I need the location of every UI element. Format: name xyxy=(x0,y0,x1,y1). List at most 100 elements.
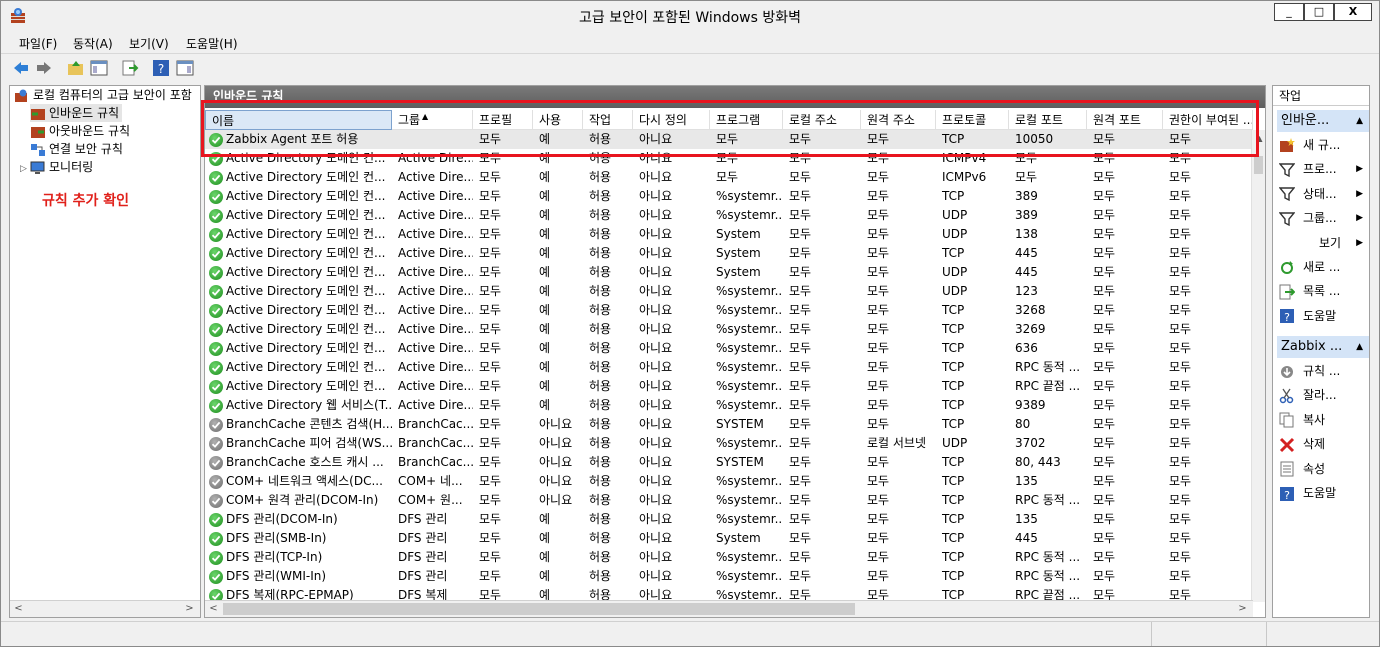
table-row[interactable]: Active Directory 도메인 컨... Active Dire... 모… xyxy=(205,339,1253,358)
table-cell: 모두 xyxy=(1169,512,1192,526)
table-row[interactable]: Active Directory 도메인 컨... Active Dire... 모… xyxy=(205,168,1253,187)
table-row[interactable]: DFS 관리(WMI-In) DFS 관리 모두 예 허용 아니요 %systemr... 모… xyxy=(205,567,1253,586)
column-header[interactable]: 원격 주소 xyxy=(861,110,936,130)
column-header[interactable]: 프로토콜 xyxy=(936,110,1009,130)
table-cell: 허용 xyxy=(589,151,612,165)
column-header[interactable]: 작업 xyxy=(583,110,633,130)
action-item[interactable]: 새로 ... xyxy=(1279,256,1340,278)
close-button[interactable]: X xyxy=(1334,3,1372,21)
table-row[interactable]: Active Directory 도메인 컨... Active Dire... 모… xyxy=(205,244,1253,263)
up-folder-icon[interactable] xyxy=(67,59,85,77)
tree-item-inbound-rules[interactable]: 인바운드 규칙 xyxy=(30,104,123,122)
expand-arrow-icon[interactable]: ▷ xyxy=(20,160,30,178)
action-item[interactable]: 목록 ... xyxy=(1279,280,1340,302)
table-row[interactable]: Active Directory 도메인 컨... Active Dire... 모… xyxy=(205,187,1253,206)
action-item[interactable]: 삭제 xyxy=(1279,433,1325,455)
tree-item-connection-security-rules[interactable]: 연결 보안 규칙 xyxy=(30,140,123,158)
table-cell: BranchCache 콘텐츠 검색(H... xyxy=(205,415,392,434)
tree-horizontal-scrollbar[interactable]: < > xyxy=(10,600,200,617)
table-row[interactable]: Active Directory 도메인 컨... Active Dire... 모… xyxy=(205,149,1253,168)
menu-help[interactable]: 도움말(H) xyxy=(186,35,238,52)
table-row[interactable]: DFS 관리(TCP-In) DFS 관리 모두 예 허용 아니요 %systemr... 모… xyxy=(205,548,1253,567)
table-row[interactable]: DFS 관리(SMB-In) DFS 관리 모두 예 허용 아니요 System 모두 모두 TC… xyxy=(205,529,1253,548)
action-item[interactable]: ? 도움말 xyxy=(1279,305,1336,327)
table-row[interactable]: Active Directory 도메인 컨... Active Dire... 모… xyxy=(205,301,1253,320)
action-item[interactable]: 상태... xyxy=(1278,183,1337,205)
column-header[interactable]: 그룹 xyxy=(392,110,473,130)
column-header[interactable]: 다시 정의 xyxy=(633,110,710,130)
column-header[interactable]: 로컬 포트 xyxy=(1009,110,1087,130)
table-cell: 아니요 xyxy=(639,474,673,488)
column-header[interactable]: 권한이 부여된 ... xyxy=(1163,110,1253,130)
table-row[interactable]: BranchCache 호스트 캐시 ... BranchCac... 모두 아니요 허… xyxy=(205,453,1253,472)
collapse-icon[interactable]: ▲ xyxy=(1356,110,1363,132)
tree-item-monitoring[interactable]: ▷ 모니터링 xyxy=(20,158,93,176)
table-cell: 모두 xyxy=(1169,151,1192,165)
action-item[interactable]: 복사 xyxy=(1279,409,1325,431)
scroll-right-icon[interactable]: > xyxy=(182,602,197,616)
table-row[interactable]: Active Directory 도메인 컨... Active Dire... 모… xyxy=(205,377,1253,396)
action-item[interactable]: 보기 xyxy=(1279,232,1341,254)
table-cell: 모두 xyxy=(867,531,890,545)
column-header[interactable]: 프로필 xyxy=(473,110,533,130)
table-row[interactable]: Active Directory 도메인 컨... Active Dire... 모… xyxy=(205,358,1253,377)
action-item[interactable]: ? 도움말 xyxy=(1279,482,1336,504)
show-hide-action-pane-icon[interactable] xyxy=(176,59,194,77)
table-row[interactable]: Active Directory 도메인 컨... Active Dire... 모… xyxy=(205,206,1253,225)
menu-view[interactable]: 보기(V) xyxy=(129,35,169,52)
back-icon[interactable] xyxy=(12,59,30,77)
column-header[interactable]: 이름 xyxy=(205,110,392,130)
rule-name: Active Directory 웹 서비스(T... xyxy=(226,398,392,412)
table-cell: COM+ 원... xyxy=(398,493,463,507)
tree-item-outbound-rules[interactable]: 아웃바운드 규칙 xyxy=(30,122,130,140)
minimize-button[interactable]: _ xyxy=(1274,3,1304,21)
table-cell: 예 xyxy=(539,398,551,412)
scroll-thumb[interactable] xyxy=(223,603,855,615)
show-hide-console-tree-icon[interactable] xyxy=(90,59,108,77)
vertical-scrollbar[interactable]: ▲ xyxy=(1251,130,1265,602)
action-item[interactable]: 새 규... xyxy=(1279,134,1340,156)
scroll-thumb[interactable] xyxy=(1254,156,1263,174)
table-cell: Active Directory 도메인 컨... xyxy=(205,320,392,339)
rule-enabled-icon xyxy=(209,379,223,394)
scroll-left-icon[interactable]: < xyxy=(206,602,221,616)
rules-horizontal-scrollbar[interactable]: < > xyxy=(205,600,1253,617)
rule-name: Active Directory 도메인 컨... xyxy=(226,246,386,260)
scroll-up-icon[interactable]: ▲ xyxy=(1252,132,1265,146)
table-row[interactable]: Zabbix Agent 포트 허용 모두 예 허용 아니요 모두 모두 모두 TCP 10050… xyxy=(205,130,1253,149)
action-item[interactable]: 잘라... xyxy=(1279,384,1337,406)
menu-file[interactable]: 파일(F) xyxy=(19,35,57,52)
column-header[interactable]: 프로그램 xyxy=(710,110,783,130)
table-row[interactable]: COM+ 네트워크 액세스(DC... COM+ 네... 모두 아니요 허용 아니요 %s… xyxy=(205,472,1253,491)
scroll-left-icon[interactable]: < xyxy=(11,602,26,616)
column-header[interactable]: 로컬 주소 xyxy=(783,110,861,130)
table-cell: 모두 xyxy=(867,246,890,260)
table-row[interactable]: BranchCache 피어 검색(WS... BranchCac... 모두 아니요… xyxy=(205,434,1253,453)
action-item[interactable]: 규칙 ... xyxy=(1279,360,1340,382)
action-item[interactable]: 프로... xyxy=(1278,158,1337,180)
forward-icon[interactable] xyxy=(35,59,53,77)
export-icon[interactable] xyxy=(121,59,139,77)
column-header[interactable]: 원격 포트 xyxy=(1087,110,1163,130)
table-row[interactable]: Active Directory 도메인 컨... Active Dire... 모… xyxy=(205,263,1253,282)
menu-action[interactable]: 동작(A) xyxy=(73,35,113,52)
maximize-button[interactable]: □ xyxy=(1304,3,1334,21)
table-row[interactable]: Active Directory 웹 서비스(T... Active Dire..… xyxy=(205,396,1253,415)
help-icon[interactable]: ? xyxy=(152,59,170,77)
table-row[interactable]: Active Directory 도메인 컨... Active Dire... 모… xyxy=(205,320,1253,339)
table-row[interactable]: COM+ 원격 관리(DCOM-In) COM+ 원... 모두 아니요 허용 아니요 %s… xyxy=(205,491,1253,510)
table-row[interactable]: DFS 관리(DCOM-In) DFS 관리 모두 예 허용 아니요 %systemr...… xyxy=(205,510,1253,529)
collapse-icon[interactable]: ▲ xyxy=(1356,336,1363,358)
table-row[interactable]: Active Directory 도메인 컨... Active Dire... 모… xyxy=(205,225,1253,244)
table-row[interactable]: BranchCache 콘텐츠 검색(H... BranchCac... 모두 아니요… xyxy=(205,415,1253,434)
title-bar[interactable]: 고급 보안이 포함된 Windows 방화벽 _ □ X xyxy=(1,1,1379,31)
scroll-right-icon[interactable]: > xyxy=(1235,602,1250,616)
column-header[interactable]: 사용 xyxy=(533,110,583,130)
table-row[interactable]: Active Directory 도메인 컨... Active Dire... 모… xyxy=(205,282,1253,301)
actions-section-selected-rule[interactable]: Zabbix ... ▲ xyxy=(1277,336,1369,358)
action-item[interactable]: 속성 xyxy=(1279,458,1325,480)
action-item[interactable]: 그룹... xyxy=(1278,207,1337,229)
tree-root[interactable]: 로컬 컴퓨터의 고급 보안이 포함 xyxy=(14,86,192,104)
actions-section-inbound[interactable]: 인바운... ▲ xyxy=(1277,110,1369,132)
table-cell: 모두 xyxy=(479,189,502,203)
